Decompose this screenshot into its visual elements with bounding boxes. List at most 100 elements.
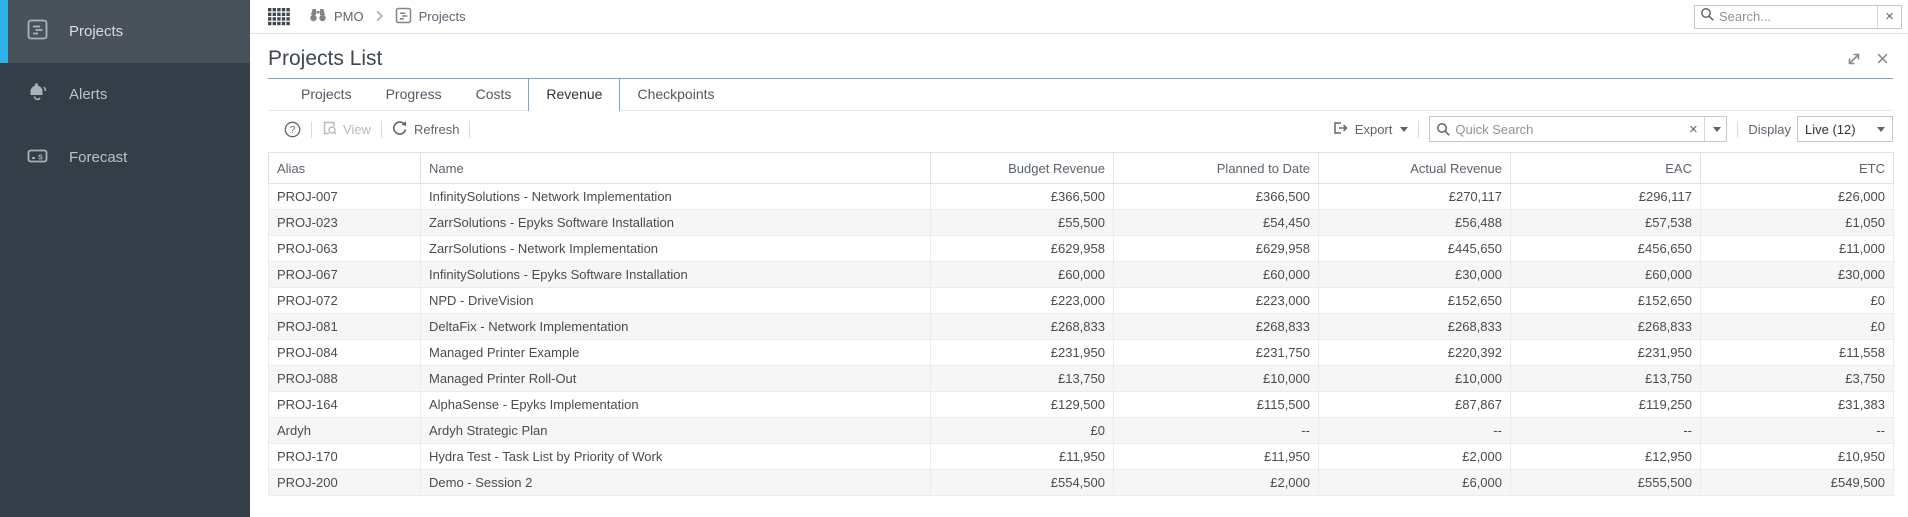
cell[interactable]: PROJ-023 — [268, 209, 421, 236]
cell[interactable]: £30,000 — [1700, 261, 1894, 288]
cell[interactable]: £231,950 — [930, 339, 1114, 366]
sidebar-item-alerts[interactable]: Alerts — [0, 63, 250, 126]
export-button[interactable]: Export — [1332, 120, 1409, 139]
cell[interactable]: £231,950 — [1510, 339, 1701, 366]
cell[interactable]: £26,000 — [1700, 183, 1894, 210]
cell[interactable]: £554,500 — [930, 469, 1114, 496]
cell[interactable]: £60,000 — [1113, 261, 1319, 288]
expand-icon[interactable] — [1846, 51, 1862, 67]
cell[interactable]: £366,500 — [930, 183, 1114, 210]
cell[interactable]: £152,650 — [1318, 287, 1511, 314]
cell[interactable]: £366,500 — [1113, 183, 1319, 210]
cell[interactable]: Ardyh Strategic Plan — [420, 417, 931, 444]
cell[interactable]: £115,500 — [1113, 391, 1319, 418]
breadcrumb-page[interactable]: Projects — [395, 7, 466, 27]
cell[interactable]: £1,050 — [1700, 209, 1894, 236]
cell[interactable]: £10,950 — [1700, 443, 1894, 470]
cell[interactable]: £11,000 — [1700, 235, 1894, 262]
cell[interactable]: PROJ-084 — [268, 339, 421, 366]
cell[interactable]: £60,000 — [930, 261, 1114, 288]
quick-search-dropdown-button[interactable] — [1704, 117, 1726, 141]
cell[interactable]: Demo - Session 2 — [420, 469, 931, 496]
column-header-eac[interactable]: EAC — [1510, 152, 1701, 184]
cell[interactable]: PROJ-164 — [268, 391, 421, 418]
cell[interactable]: £30,000 — [1318, 261, 1511, 288]
column-header-etc[interactable]: ETC — [1700, 152, 1894, 184]
cell[interactable]: £129,500 — [930, 391, 1114, 418]
cell[interactable]: £223,000 — [1113, 287, 1319, 314]
cell[interactable]: £231,750 — [1113, 339, 1319, 366]
table-row[interactable]: PROJ-007 InfinitySolutions - Network Impl… — [268, 183, 1894, 210]
cell[interactable]: PROJ-067 — [268, 261, 421, 288]
cell[interactable]: £31,383 — [1700, 391, 1894, 418]
app-launcher-grid-icon[interactable] — [268, 7, 290, 26]
table-row[interactable]: PROJ-170 Hydra Test - Task List by Priori… — [268, 443, 1894, 470]
cell[interactable]: £456,650 — [1510, 235, 1701, 262]
cell[interactable]: £296,117 — [1510, 183, 1701, 210]
tab-checkpoints[interactable]: Checkpoints — [620, 79, 731, 110]
sidebar-item-forecast[interactable]: s Forecast — [0, 126, 250, 189]
cell[interactable]: InfinitySolutions - Epyks Software Insta… — [420, 261, 931, 288]
cell[interactable]: £11,950 — [930, 443, 1114, 470]
column-header-name[interactable]: Name — [420, 152, 931, 184]
tab-projects[interactable]: Projects — [284, 79, 369, 110]
cell[interactable]: Managed Printer Example — [420, 339, 931, 366]
cell[interactable]: £3,750 — [1700, 365, 1894, 392]
cell[interactable]: £60,000 — [1510, 261, 1701, 288]
cell[interactable]: -- — [1510, 417, 1701, 444]
cell[interactable]: £12,950 — [1510, 443, 1701, 470]
cell[interactable]: £270,117 — [1318, 183, 1511, 210]
cell[interactable]: £268,833 — [930, 313, 1114, 340]
cell[interactable]: £629,958 — [930, 235, 1114, 262]
cell[interactable]: £11,558 — [1700, 339, 1894, 366]
cell[interactable]: £0 — [1700, 287, 1894, 314]
table-row[interactable]: PROJ-088 Managed Printer Roll-Out £13,750 £… — [268, 365, 1894, 392]
cell[interactable]: £268,833 — [1113, 313, 1319, 340]
view-button[interactable]: View — [322, 120, 371, 139]
cell[interactable]: -- — [1700, 417, 1894, 444]
tab-costs[interactable]: Costs — [459, 79, 529, 110]
cell[interactable]: PROJ-088 — [268, 365, 421, 392]
table-row[interactable]: PROJ-067 InfinitySolutions - Epyks Softwa… — [268, 261, 1894, 288]
column-header-budget-revenue[interactable]: Budget Revenue — [930, 152, 1114, 184]
table-row[interactable]: PROJ-084 Managed Printer Example £231,950 £… — [268, 339, 1894, 366]
cell[interactable]: £2,000 — [1318, 443, 1511, 470]
tab-revenue[interactable]: Revenue — [528, 79, 621, 111]
quick-search-clear-icon[interactable]: × — [1682, 117, 1704, 141]
cell[interactable]: £6,000 — [1318, 469, 1511, 496]
cell[interactable]: -- — [1318, 417, 1511, 444]
cell[interactable]: £555,500 — [1510, 469, 1701, 496]
cell[interactable]: £152,650 — [1510, 287, 1701, 314]
close-icon[interactable]: × — [1876, 48, 1889, 70]
cell[interactable]: AlphaSense - Epyks Implementation — [420, 391, 931, 418]
cell[interactable]: Managed Printer Roll-Out — [420, 365, 931, 392]
cell[interactable]: £54,450 — [1113, 209, 1319, 236]
column-header-alias[interactable]: Alias — [268, 152, 421, 184]
display-select[interactable]: Live (12) — [1797, 116, 1893, 142]
cell[interactable]: £0 — [930, 417, 1114, 444]
refresh-button[interactable]: Refresh — [392, 120, 459, 139]
cell[interactable]: DeltaFix - Network Implementation — [420, 313, 931, 340]
cell[interactable]: ZarrSolutions - Network Implementation — [420, 235, 931, 262]
cell[interactable]: PROJ-170 — [268, 443, 421, 470]
help-button[interactable]: ? — [284, 121, 301, 138]
cell[interactable]: PROJ-007 — [268, 183, 421, 210]
cell[interactable]: £2,000 — [1113, 469, 1319, 496]
cell[interactable]: £223,000 — [930, 287, 1114, 314]
cell[interactable]: £11,950 — [1113, 443, 1319, 470]
table-row[interactable]: PROJ-023 ZarrSolutions - Epyks Software I… — [268, 209, 1894, 236]
cell[interactable]: £268,833 — [1510, 313, 1701, 340]
column-header-actual-revenue[interactable]: Actual Revenue — [1318, 152, 1511, 184]
cell[interactable]: Ardyh — [268, 417, 421, 444]
quick-search-input[interactable] — [1455, 121, 1683, 137]
cell[interactable]: £445,650 — [1318, 235, 1511, 262]
cell[interactable]: NPD - DriveVision — [420, 287, 931, 314]
cell[interactable]: £87,867 — [1318, 391, 1511, 418]
table-row[interactable]: PROJ-200 Demo - Session 2 £554,500 £2,000 £6… — [268, 469, 1894, 496]
cell[interactable]: £10,000 — [1113, 365, 1319, 392]
cell[interactable]: -- — [1113, 417, 1319, 444]
cell[interactable]: £13,750 — [1510, 365, 1701, 392]
cell[interactable]: Hydra Test - Task List by Priority of Wo… — [420, 443, 931, 470]
table-row[interactable]: PROJ-063 ZarrSolutions - Network Implemen… — [268, 235, 1894, 262]
sidebar-item-projects[interactable]: Projects — [0, 0, 250, 63]
